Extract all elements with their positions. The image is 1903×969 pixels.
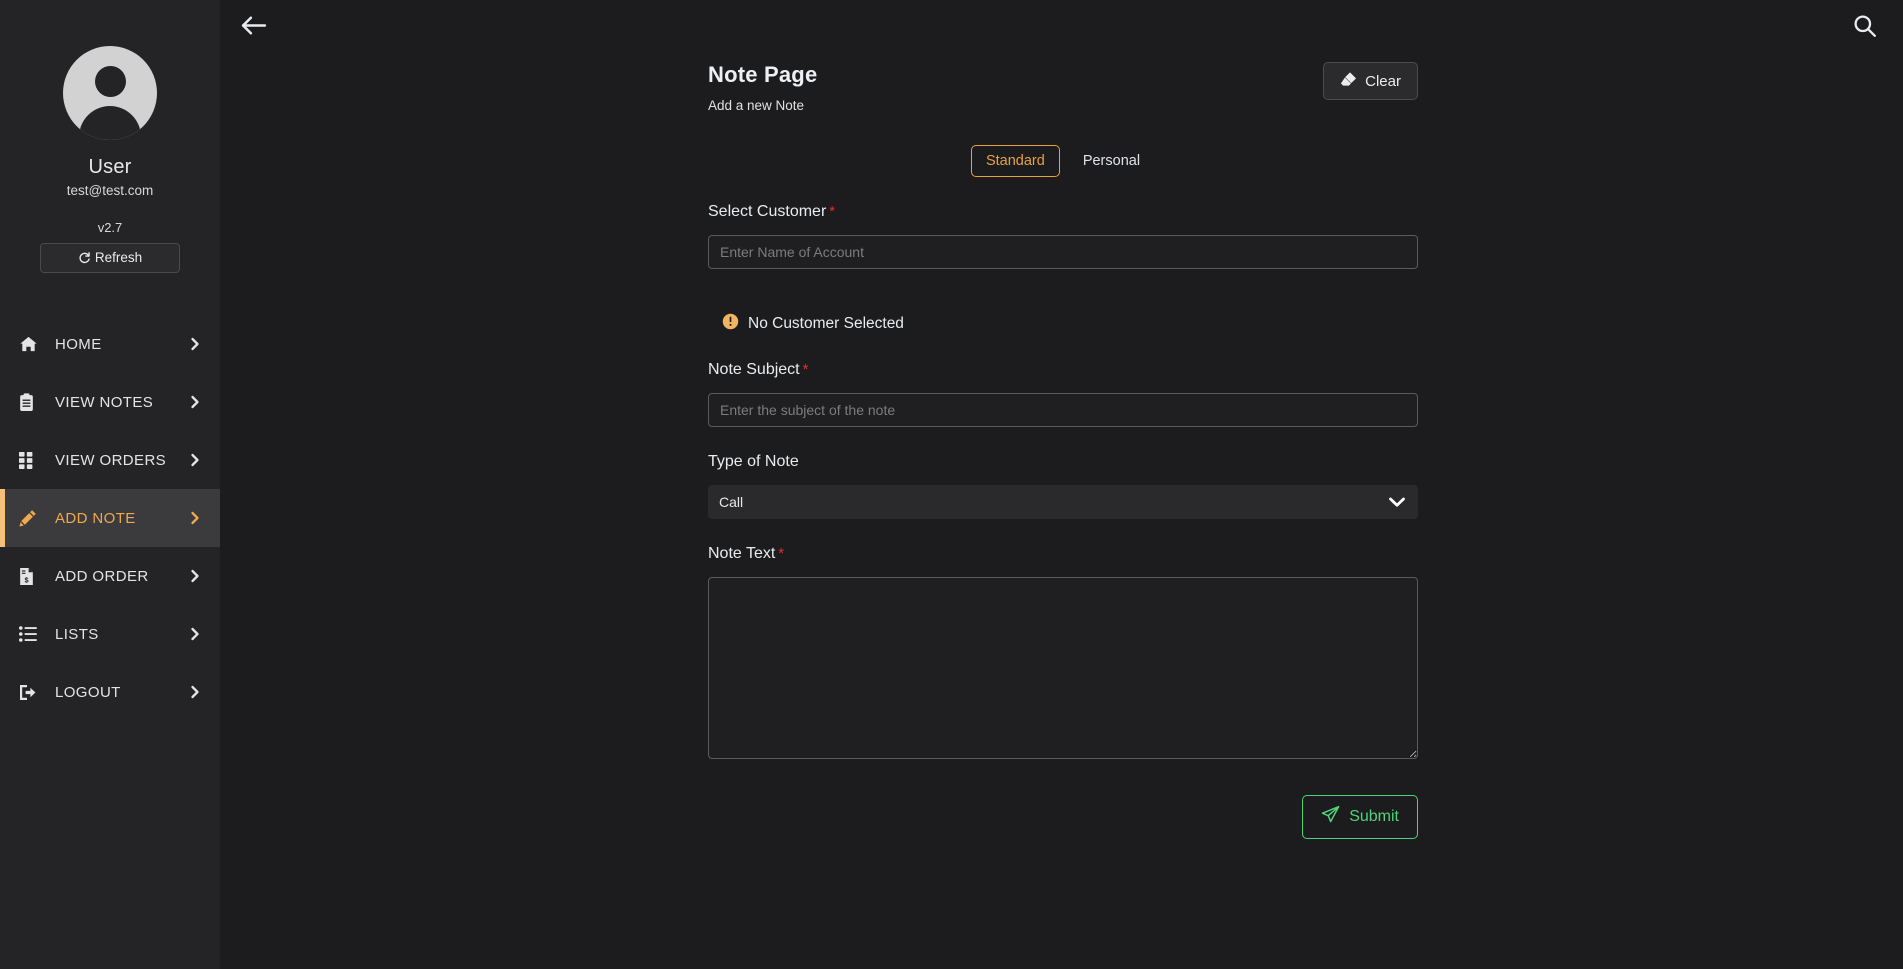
- refresh-icon: [78, 246, 91, 274]
- back-button[interactable]: [234, 8, 273, 48]
- refresh-label: Refresh: [94, 250, 143, 265]
- sidebar: User test@test.com v2.7 Refresh HOME VIE…: [0, 0, 220, 969]
- sidebar-item-view-orders[interactable]: VIEW ORDERS: [0, 431, 220, 489]
- page-subtitle: Add a new Note: [708, 98, 805, 113]
- page-content: Note Page Add a new Note Clear Standard …: [708, 56, 1418, 839]
- note-subject-label-text: Note Subject: [708, 361, 800, 378]
- note-text-label-text: Note Text: [708, 545, 776, 562]
- grid-icon: [19, 451, 41, 469]
- select-customer-field: Select Customer *: [708, 203, 1418, 269]
- clear-label: Clear: [1365, 72, 1401, 90]
- select-customer-label: Select Customer *: [708, 203, 1418, 221]
- note-subject-label: Note Subject *: [708, 361, 1418, 379]
- chevron-right-icon: [189, 626, 202, 642]
- select-customer-label-text: Select Customer: [708, 203, 827, 220]
- sidebar-item-label: ADD NOTE: [55, 509, 136, 527]
- svg-text:$: $: [24, 575, 28, 584]
- note-subject-input[interactable]: [708, 393, 1418, 427]
- no-customer-alert-text: No Customer Selected: [748, 315, 904, 332]
- clear-button[interactable]: Clear: [1323, 62, 1418, 100]
- note-mode-tabs: Standard Personal: [708, 145, 1418, 177]
- sidebar-item-label: HOME: [55, 335, 102, 353]
- chevron-right-icon: [189, 568, 202, 584]
- sidebar-item-label: VIEW NOTES: [55, 393, 154, 411]
- required-mark: *: [802, 361, 809, 378]
- clipboard-icon: [19, 392, 41, 412]
- search-button[interactable]: [1847, 8, 1883, 49]
- required-mark: *: [778, 545, 785, 562]
- customer-input[interactable]: [708, 235, 1418, 269]
- profile-username: User: [88, 156, 132, 178]
- note-type-select[interactable]: Call: [708, 485, 1418, 519]
- sidebar-item-home[interactable]: HOME: [0, 315, 220, 373]
- tab-standard[interactable]: Standard: [970, 145, 1060, 177]
- home-icon: [19, 335, 41, 354]
- note-type-field: Type of Note Call: [708, 453, 1418, 519]
- required-mark: *: [829, 203, 836, 220]
- sidebar-nav: HOME VIEW NOTES VIEW ORDERS ADD NOTE $ A…: [0, 315, 220, 721]
- page-header: Note Page Add a new Note Clear: [708, 62, 1418, 113]
- note-text-field: Note Text *: [708, 545, 1418, 759]
- pencil-icon: [19, 509, 41, 527]
- avatar-head-shape: [94, 66, 126, 97]
- search-icon: [1853, 14, 1877, 43]
- sign-out-icon: [19, 684, 41, 701]
- arrow-left-icon: [240, 14, 267, 42]
- profile-email: test@test.com: [66, 183, 154, 198]
- sidebar-item-label: LISTS: [55, 625, 99, 643]
- note-text-textarea[interactable]: [708, 577, 1418, 759]
- submit-label: Submit: [1349, 808, 1399, 825]
- main-area: Note Page Add a new Note Clear Standard …: [220, 0, 1903, 969]
- note-text-label: Note Text *: [708, 545, 1418, 563]
- note-subject-field: Note Subject *: [708, 361, 1418, 427]
- sidebar-item-label: ADD ORDER: [55, 567, 149, 585]
- sidebar-item-label: LOGOUT: [55, 683, 121, 701]
- chevron-right-icon: [189, 394, 202, 410]
- note-type-select-wrap: Call: [708, 485, 1418, 519]
- chevron-right-icon: [189, 510, 202, 526]
- avatar: [63, 46, 157, 140]
- chevron-right-icon: [189, 336, 202, 352]
- sidebar-item-lists[interactable]: LISTS: [0, 605, 220, 663]
- sidebar-item-view-notes[interactable]: VIEW NOTES: [0, 373, 220, 431]
- paper-plane-icon: [1321, 805, 1340, 829]
- eraser-icon: [1340, 71, 1357, 92]
- app-root: User test@test.com v2.7 Refresh HOME VIE…: [0, 0, 1903, 969]
- profile-section: User test@test.com v2.7 Refresh: [0, 0, 220, 273]
- tab-personal[interactable]: Personal: [1068, 145, 1155, 177]
- topbar: [220, 0, 1903, 56]
- submit-button[interactable]: Submit: [1302, 795, 1418, 839]
- page-title-block: Note Page Add a new Note: [708, 62, 817, 113]
- sidebar-item-add-order[interactable]: $ ADD ORDER: [0, 547, 220, 605]
- note-type-label: Type of Note: [708, 453, 1418, 471]
- sidebar-item-add-note[interactable]: ADD NOTE: [0, 489, 220, 547]
- page-title: Note Page: [708, 62, 818, 87]
- app-version: v2.7: [97, 220, 123, 235]
- avatar-body-shape: [79, 106, 141, 140]
- note-type-label-text: Type of Note: [708, 453, 799, 470]
- no-customer-alert: No Customer Selected: [722, 313, 1418, 335]
- exclamation-circle-icon: [722, 313, 739, 335]
- invoice-icon: $: [19, 567, 41, 586]
- chevron-right-icon: [189, 452, 202, 468]
- sidebar-item-logout[interactable]: LOGOUT: [0, 663, 220, 721]
- sidebar-item-label: VIEW ORDERS: [55, 451, 167, 469]
- list-icon: [19, 626, 41, 642]
- submit-row: Submit: [708, 795, 1418, 839]
- chevron-right-icon: [189, 684, 202, 700]
- refresh-button[interactable]: Refresh: [40, 243, 180, 273]
